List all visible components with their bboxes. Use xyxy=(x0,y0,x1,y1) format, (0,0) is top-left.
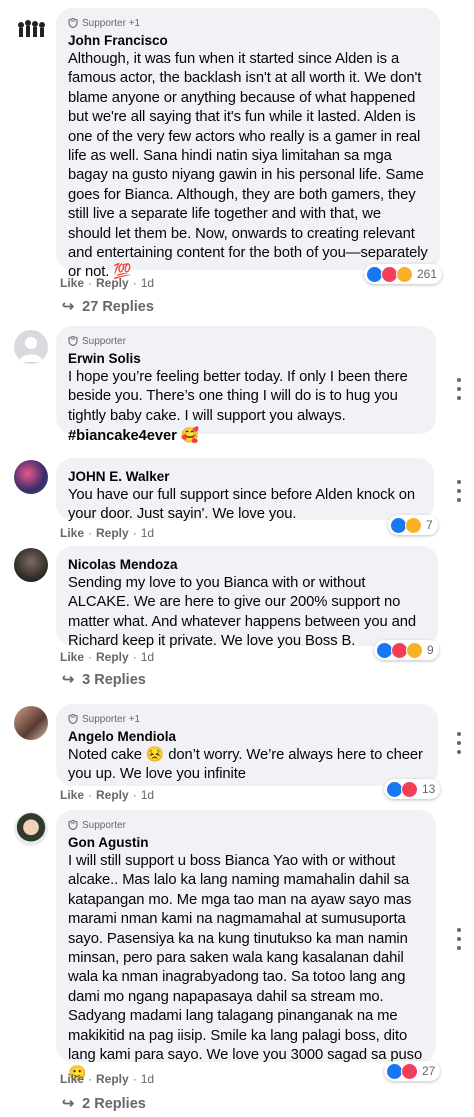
comment-nicolas-mendoza: Nicolas Mendoza Sending my love to you B… xyxy=(0,546,474,692)
comment-erwin-solis: Supporter Erwin Solis I hope you’re feel… xyxy=(0,326,474,444)
comment-actions: Like · Reply · 1d xyxy=(60,276,155,290)
like-link[interactable]: Like xyxy=(60,276,84,290)
comment-time[interactable]: 1d xyxy=(141,650,154,664)
supporter-badge: Supporter xyxy=(68,334,424,348)
shield-icon xyxy=(68,18,78,28)
avatar[interactable] xyxy=(14,548,48,582)
reply-link[interactable]: Reply xyxy=(96,276,129,290)
comment-author[interactable]: JOHN E. Walker xyxy=(68,468,422,485)
comment-bubble: Supporter Erwin Solis I hope you’re feel… xyxy=(56,326,436,444)
haha-reaction-icon xyxy=(405,516,422,534)
comment-author[interactable]: Gon Agustin xyxy=(68,834,424,851)
like-link[interactable]: Like xyxy=(60,1072,84,1086)
like-link[interactable]: Like xyxy=(60,650,84,664)
view-replies-link[interactable]: ↪ 2 Replies xyxy=(62,1096,146,1112)
reaction-count: 7 xyxy=(426,518,433,532)
like-link[interactable]: Like xyxy=(60,526,84,540)
reaction-summary[interactable]: 13 xyxy=(384,779,441,799)
comment-bubble: Nicolas Mendoza Sending my love to you B… xyxy=(56,546,438,649)
more-options-icon[interactable] xyxy=(456,928,462,950)
avatar[interactable] xyxy=(14,706,48,740)
more-options-icon[interactable] xyxy=(456,480,462,502)
reaction-summary[interactable]: 27 xyxy=(384,1061,441,1081)
love-reaction-icon xyxy=(401,780,418,798)
reaction-count: 261 xyxy=(417,267,438,281)
reply-arrow-icon: ↪ xyxy=(62,299,75,315)
comment-time[interactable]: 1d xyxy=(141,788,154,802)
comment-john-walker: JOHN E. Walker You have our full support… xyxy=(0,458,474,540)
comment-angelo-mendiola: Supporter +1 Angelo Mendiola Noted cake … xyxy=(0,704,474,808)
avatar[interactable] xyxy=(14,460,48,494)
reply-link[interactable]: Reply xyxy=(96,526,129,540)
default-profile-icon xyxy=(19,337,43,362)
comment-hashtag[interactable]: #biancake4ever 🥰 xyxy=(68,427,424,446)
comment-john-francisco: Supporter +1 John Francisco Although, it… xyxy=(0,0,474,320)
shield-icon xyxy=(68,714,78,724)
comment-gon-agustin: Supporter Gon Agustin I will still suppo… xyxy=(0,810,474,1117)
comment-actions: Like · Reply · 1d xyxy=(60,788,155,802)
reaction-summary[interactable]: 261 xyxy=(364,264,443,284)
view-replies-link[interactable]: ↪ 27 Replies xyxy=(62,299,154,315)
comment-bubble: Supporter +1 John Francisco Although, it… xyxy=(56,8,440,280)
reaction-count: 9 xyxy=(427,643,434,657)
reaction-summary[interactable]: 7 xyxy=(388,515,438,535)
reaction-count: 27 xyxy=(422,1064,436,1078)
reaction-summary[interactable]: 9 xyxy=(374,640,439,660)
love-reaction-icon xyxy=(401,1062,418,1080)
comment-text: Although, it was fun when it started sin… xyxy=(68,51,428,281)
comment-bubble: JOHN E. Walker You have our full support… xyxy=(56,458,434,522)
comment-author[interactable]: Erwin Solis xyxy=(68,350,424,367)
comment-text: You have our full support since before A… xyxy=(68,487,416,523)
reply-link[interactable]: Reply xyxy=(96,650,129,664)
comment-author[interactable]: John Francisco xyxy=(68,32,428,49)
comment-author[interactable]: Angelo Mendiola xyxy=(68,728,426,745)
avatar[interactable] xyxy=(14,812,48,846)
reply-link[interactable]: Reply xyxy=(96,788,129,802)
comment-actions: Like · Reply · 1d xyxy=(60,650,155,664)
comment-time[interactable]: 1d xyxy=(141,276,154,290)
supporter-badge: Supporter xyxy=(68,818,424,832)
like-link[interactable]: Like xyxy=(60,788,84,802)
reply-arrow-icon: ↪ xyxy=(62,1096,75,1112)
reaction-count: 13 xyxy=(422,782,436,796)
reply-arrow-icon: ↪ xyxy=(62,672,75,688)
view-replies-link[interactable]: ↪ 3 Replies xyxy=(62,672,146,688)
comment-text: I will still support u boss Bianca Yao w… xyxy=(68,853,423,1083)
comment-bubble: Supporter Gon Agustin I will still suppo… xyxy=(56,810,436,1082)
avatar[interactable] xyxy=(14,14,48,48)
comment-text: Noted cake 😣 don’t worry. We’re always h… xyxy=(68,747,423,783)
comment-author[interactable]: Nicolas Mendoza xyxy=(68,556,426,573)
reply-link[interactable]: Reply xyxy=(96,1072,129,1086)
supporter-badge: Supporter +1 xyxy=(68,16,428,30)
comment-time[interactable]: 1d xyxy=(141,526,154,540)
shield-icon xyxy=(68,336,78,346)
avatar[interactable] xyxy=(14,330,48,364)
haha-reaction-icon xyxy=(396,265,413,283)
comment-text: I hope you’re feeling better today. If o… xyxy=(68,369,408,424)
comment-actions: Like · Reply · 1d xyxy=(60,526,155,540)
comment-time[interactable]: 1d xyxy=(141,1072,154,1086)
supporter-badge: Supporter +1 xyxy=(68,712,426,726)
wow-reaction-icon xyxy=(406,641,423,659)
shield-icon xyxy=(68,820,78,830)
comment-bubble: Supporter +1 Angelo Mendiola Noted cake … xyxy=(56,704,438,786)
comment-text: Sending my love to you Bianca with or wi… xyxy=(68,575,416,650)
comment-actions: Like · Reply · 1d xyxy=(60,1072,155,1086)
more-options-icon[interactable] xyxy=(456,378,462,400)
avatar-figures-icon xyxy=(18,20,45,37)
more-options-icon[interactable] xyxy=(456,732,462,754)
